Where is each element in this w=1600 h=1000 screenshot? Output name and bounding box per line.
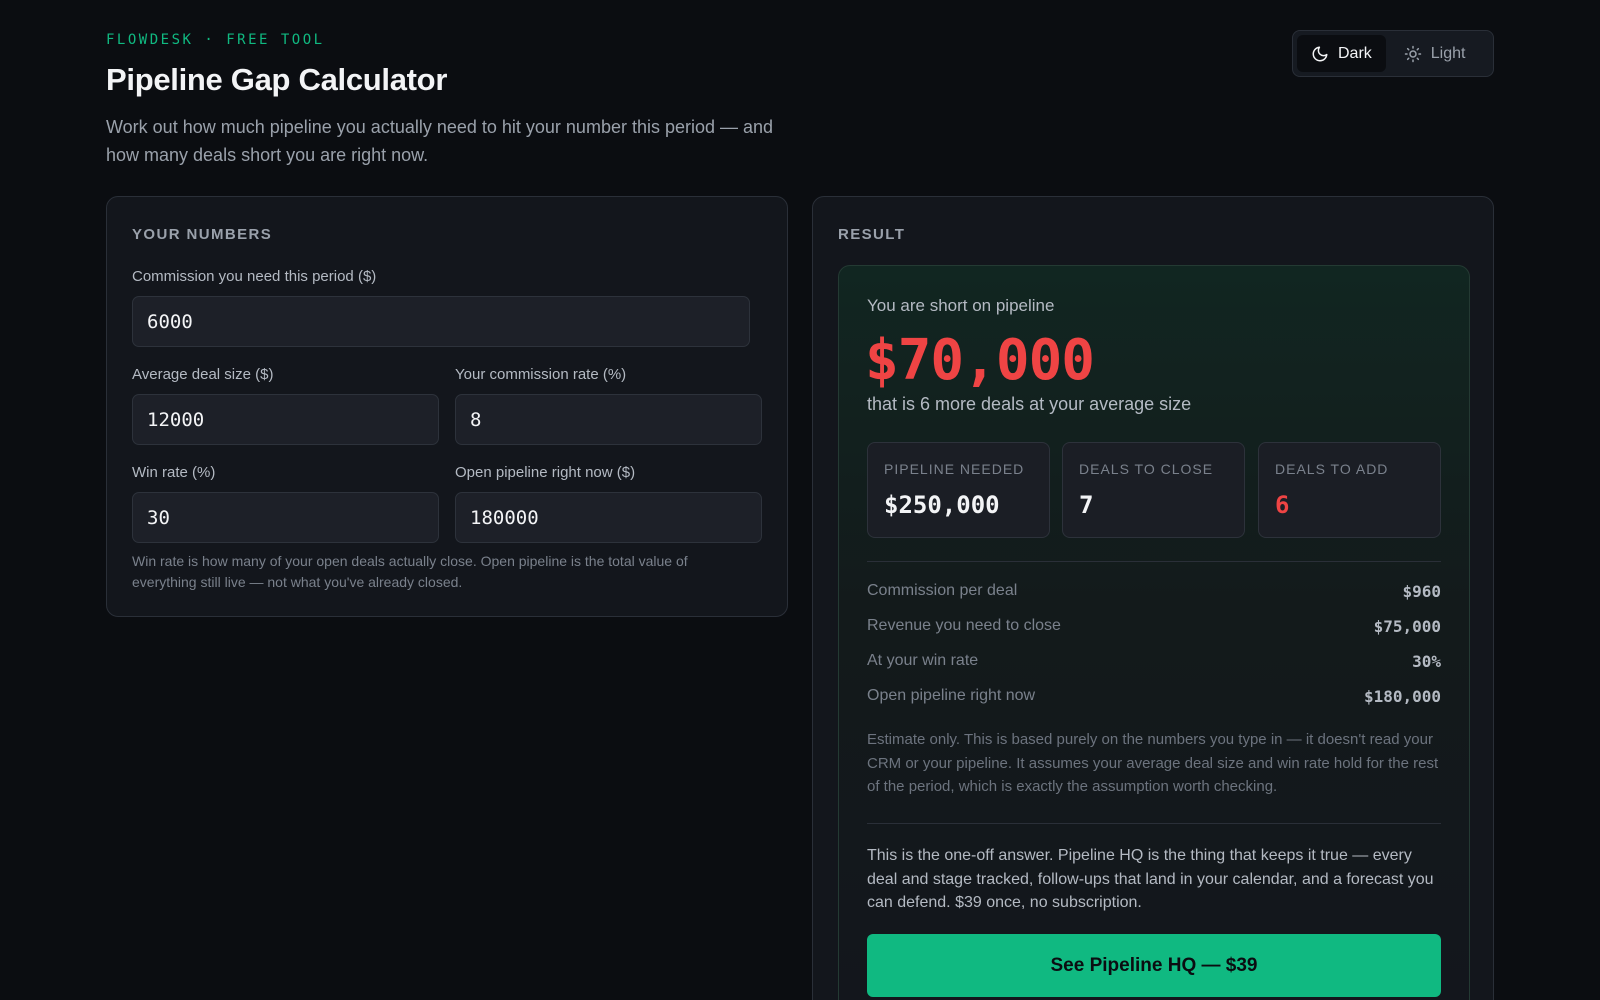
theme-toggle: Dark Light bbox=[1292, 30, 1494, 77]
inputs-card: YOUR NUMBERS Commission you need this pe… bbox=[106, 196, 788, 617]
sun-icon bbox=[1404, 45, 1422, 62]
inputs-section-title: YOUR NUMBERS bbox=[132, 226, 273, 243]
divider bbox=[867, 561, 1441, 562]
result-card: RESULT You are short on pipeline $70,000… bbox=[812, 196, 1494, 1000]
breakdown-row: At your win rate 30% bbox=[867, 649, 1441, 673]
product-pitch: This is the one-off answer. Pipeline HQ … bbox=[867, 847, 1434, 911]
commission-rate-input[interactable] bbox=[455, 394, 762, 445]
divider bbox=[867, 823, 1441, 824]
inputs-help-text: Win rate is how many of your open deals … bbox=[132, 553, 688, 590]
gap-subtext: that is 6 more deals at your average siz… bbox=[867, 394, 1192, 414]
stat-label: DEALS TO CLOSE bbox=[1079, 461, 1214, 477]
stat-deals-to-add: DEALS TO ADD 6 bbox=[1258, 442, 1441, 538]
win-rate-label: Win rate (%) bbox=[132, 464, 216, 481]
breakdown-row: Commission per deal $960 bbox=[867, 579, 1441, 603]
page-title: Pipeline Gap Calculator bbox=[106, 62, 448, 97]
breakdown-row: Open pipeline right now $180,000 bbox=[867, 684, 1441, 708]
breakdown-label: Revenue you need to close bbox=[867, 617, 1061, 634]
stat-label: PIPELINE NEEDED bbox=[884, 461, 1025, 477]
result-status: You are short on pipeline bbox=[867, 296, 1055, 315]
moon-icon bbox=[1312, 46, 1328, 61]
estimate-disclaimer: Estimate only. This is based purely on t… bbox=[867, 731, 1439, 795]
breakdown-value: $960 bbox=[1402, 581, 1441, 601]
breakdown-label: At your win rate bbox=[867, 652, 979, 669]
breakdown-value: $75,000 bbox=[1373, 616, 1441, 636]
commission-rate-label: Your commission rate (%) bbox=[455, 366, 627, 383]
breakdown-label: Open pipeline right now bbox=[867, 687, 1036, 704]
theme-dark-button[interactable]: Dark bbox=[1297, 35, 1386, 72]
page-description: Work out how much pipeline you actually … bbox=[106, 117, 774, 165]
breakdown-row: Revenue you need to close $75,000 bbox=[867, 614, 1441, 638]
theme-dark-label: Dark bbox=[1338, 44, 1372, 62]
breakdown-value: 30% bbox=[1412, 651, 1441, 671]
brand-eyebrow: FLOWDESK · FREE TOOL bbox=[106, 32, 325, 48]
theme-light-button[interactable]: Light bbox=[1390, 35, 1480, 72]
stat-deals-to-close: DEALS TO CLOSE 7 bbox=[1062, 442, 1245, 538]
open-pipeline-label: Open pipeline right now ($) bbox=[455, 464, 636, 481]
stat-value: $250,000 bbox=[884, 491, 1000, 519]
theme-light-label: Light bbox=[1430, 44, 1466, 62]
breakdown-value: $180,000 bbox=[1363, 686, 1441, 706]
breakdown-label: Commission per deal bbox=[867, 582, 1018, 599]
avg-deal-size-label: Average deal size ($) bbox=[132, 366, 274, 383]
win-rate-input[interactable] bbox=[132, 492, 439, 543]
stat-value: 7 bbox=[1079, 491, 1094, 519]
avg-deal-size-input[interactable] bbox=[132, 394, 439, 445]
result-section-title: RESULT bbox=[838, 226, 906, 243]
stat-value: 6 bbox=[1275, 491, 1290, 519]
see-pipeline-hq-button[interactable]: See Pipeline HQ — $39 bbox=[867, 934, 1441, 997]
stat-label: DEALS TO ADD bbox=[1275, 461, 1389, 477]
stat-pipeline-needed: PIPELINE NEEDED $250,000 bbox=[867, 442, 1050, 538]
commission-needed-input[interactable] bbox=[132, 296, 750, 347]
pipeline-gap-amount: $70,000 bbox=[865, 328, 1095, 393]
result-summary: You are short on pipeline $70,000 that i… bbox=[838, 265, 1470, 1000]
open-pipeline-input[interactable] bbox=[455, 492, 762, 543]
commission-needed-label: Commission you need this period ($) bbox=[132, 268, 377, 285]
